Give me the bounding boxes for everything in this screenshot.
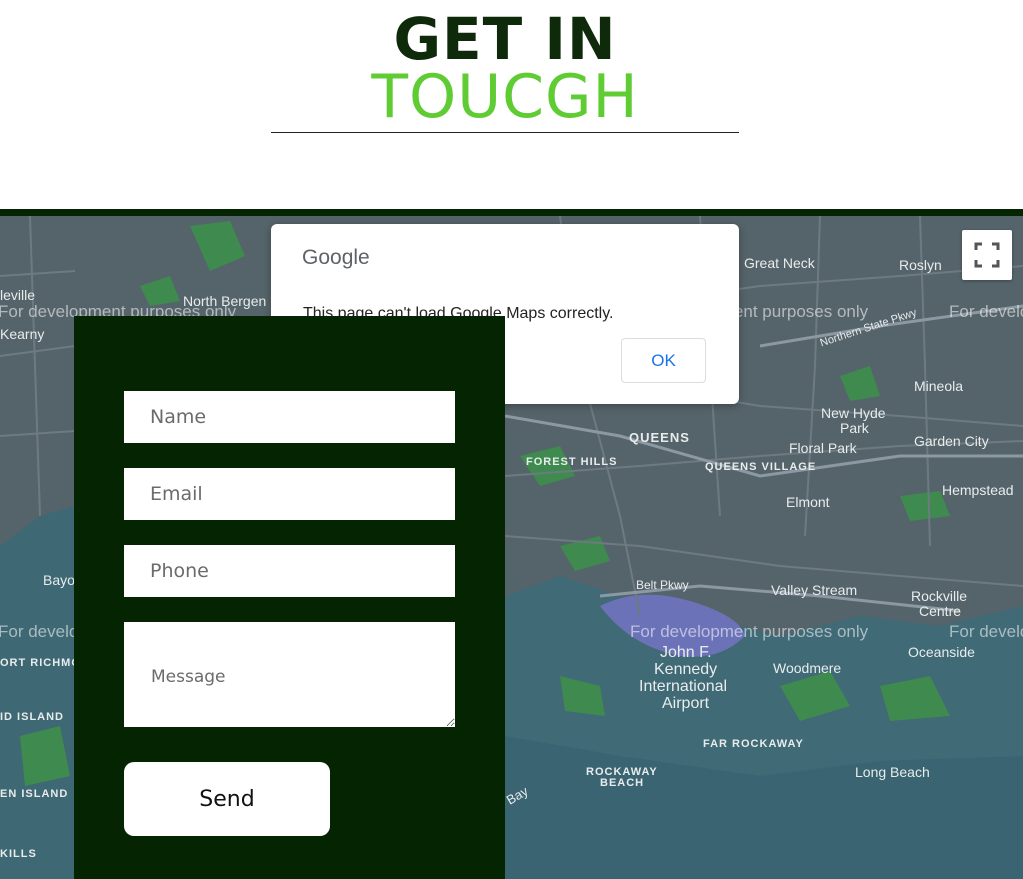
map-label: Roslyn: [899, 257, 942, 273]
map-label: Centre: [919, 603, 962, 619]
map-watermark: For development purposes only: [949, 302, 1023, 321]
send-button[interactable]: Send: [124, 762, 330, 836]
map-label: Garden City: [914, 433, 989, 449]
map-label: North Bergen: [183, 293, 267, 309]
map-label: Woodmere: [773, 660, 842, 676]
map-label: Bayo: [43, 572, 75, 588]
message-textarea[interactable]: [124, 622, 455, 727]
email-input[interactable]: [124, 468, 455, 520]
map-label: KILLS: [0, 848, 37, 860]
map-label: Great Neck: [744, 255, 815, 271]
map-label: Oceanside: [908, 644, 975, 660]
map-label: New Hyde: [821, 405, 886, 421]
map-label: Long Beach: [855, 764, 930, 780]
map-label: Kearny: [0, 326, 45, 342]
map-label: FOREST HILLS: [526, 456, 618, 468]
map-label: QUEENS: [629, 430, 690, 445]
map-label: Mineola: [914, 378, 964, 394]
map-watermark: For development purposes only: [949, 622, 1023, 641]
fullscreen-button[interactable]: [962, 230, 1012, 280]
map-label: Airport: [662, 695, 710, 712]
map-label: leville: [0, 287, 36, 303]
map-label: Valley Stream: [771, 582, 858, 598]
map-label: International: [639, 678, 728, 695]
page-header: GET IN TOUCGH: [0, 0, 1023, 209]
map-watermark: For development purposes only: [630, 622, 869, 641]
map-label: QUEENS VILLAGE: [705, 461, 817, 473]
map-label: Park: [840, 420, 869, 436]
name-input[interactable]: [124, 391, 455, 443]
fullscreen-icon: [974, 242, 1000, 268]
title-underline: [271, 132, 739, 133]
map-label: Kennedy: [654, 661, 718, 678]
ok-button[interactable]: OK: [621, 338, 706, 383]
title-line-2: TOUCGH: [371, 62, 639, 132]
google-logo: Google: [302, 246, 370, 269]
phone-input[interactable]: [124, 545, 455, 597]
map-label: Floral Park: [789, 440, 857, 456]
contact-form: Send: [74, 316, 505, 879]
map-label: FAR ROCKAWAY: [703, 738, 804, 750]
map-label: BEACH: [600, 777, 645, 789]
map-label: Rockville: [911, 588, 968, 604]
map-label: EN ISLAND: [0, 788, 69, 800]
section-divider: [0, 209, 1023, 216]
map-label: John F.: [660, 644, 712, 661]
map-label: ORT RICHMO: [0, 657, 81, 669]
map-label: ID ISLAND: [0, 711, 64, 723]
map-label: Belt Pkwy: [636, 578, 689, 592]
map-label: Hempstead: [942, 482, 1014, 498]
map-label: Elmont: [786, 494, 830, 510]
